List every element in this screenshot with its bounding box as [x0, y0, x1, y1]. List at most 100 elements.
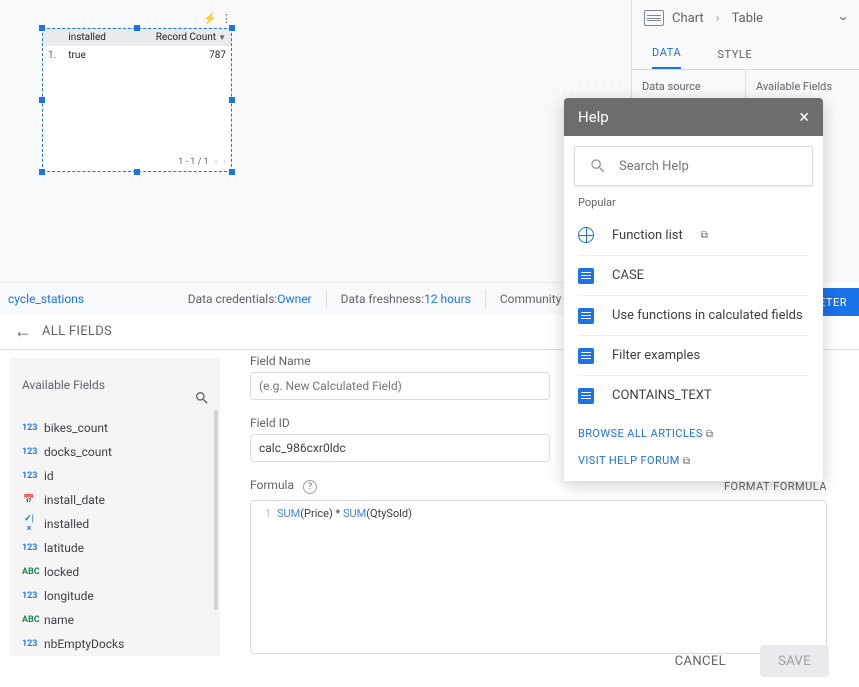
- field-label: nbEmptyDocks: [44, 637, 124, 651]
- external-link-icon: ⧉: [701, 230, 708, 241]
- help-icon[interactable]: ?: [303, 480, 317, 494]
- field-item[interactable]: 123 latitude: [10, 536, 220, 560]
- field-label: latitude: [44, 541, 84, 555]
- doc-icon: [578, 268, 594, 284]
- help-item[interactable]: Use functions in calculated fields: [578, 295, 809, 335]
- available-fields-label: Available Fields: [756, 80, 849, 93]
- num-type-icon: 123: [22, 639, 36, 649]
- close-icon[interactable]: ×: [799, 107, 809, 128]
- resize-handle[interactable]: [229, 169, 235, 175]
- help-popup: Help × Popular Function list ⧉ CASE Use fun…: [564, 98, 823, 481]
- help-item-label: CASE: [612, 268, 644, 283]
- help-item[interactable]: CASE: [578, 255, 809, 295]
- more-icon[interactable]: ⋮: [221, 12, 232, 25]
- search-icon: [589, 157, 607, 175]
- field-id-input[interactable]: [250, 434, 550, 462]
- cancel-button[interactable]: CANCEL: [657, 645, 744, 677]
- field-item[interactable]: 📅 install_date: [10, 488, 220, 512]
- chevron-right-icon: ›: [716, 11, 720, 26]
- field-label: docks_count: [44, 445, 112, 459]
- field-label: longitude: [44, 589, 94, 603]
- chart-type-label: Table: [732, 11, 763, 26]
- field-name-input[interactable]: [250, 372, 550, 400]
- external-link-icon: ⧉: [706, 429, 714, 440]
- num-type-icon: 123: [22, 591, 36, 601]
- tab-data[interactable]: DATA: [652, 46, 681, 69]
- resize-handle[interactable]: [229, 25, 235, 31]
- num-type-icon: 123: [22, 543, 36, 553]
- visit-forum-link[interactable]: VISIT HELP FORUM ⧉: [578, 454, 809, 467]
- help-item-label: CONTAINS_TEXT: [612, 388, 712, 403]
- freshness-label: Data freshness:: [341, 292, 424, 306]
- help-search-input[interactable]: [619, 159, 798, 174]
- all-fields-title: ALL FIELDS: [42, 324, 112, 339]
- format-formula-button[interactable]: FORMAT FORMULA: [724, 480, 827, 493]
- field-label: name: [44, 613, 74, 627]
- resize-handle[interactable]: [39, 169, 45, 175]
- help-item-label: Use functions in calculated fields: [612, 308, 803, 323]
- fields-panel: Available Fields 123 bikes_count 123 docks_…: [10, 358, 220, 656]
- datasource-name[interactable]: cycle_stations: [0, 292, 84, 306]
- field-item[interactable]: 123 id: [10, 464, 220, 488]
- back-arrow-icon[interactable]: ←: [14, 321, 32, 342]
- credentials-value[interactable]: Owner: [277, 292, 311, 306]
- save-button[interactable]: SAVE: [760, 645, 829, 677]
- help-search[interactable]: [574, 146, 813, 186]
- help-item[interactable]: Function list ⧉: [578, 215, 809, 255]
- resize-handle[interactable]: [39, 25, 45, 31]
- doc-icon: [578, 388, 594, 404]
- num-type-icon: 123: [22, 471, 36, 481]
- table-icon: [644, 10, 664, 26]
- resize-handle[interactable]: [229, 97, 235, 103]
- formula-editor[interactable]: 1 SUM(Price) * SUM(QtySold): [250, 500, 827, 654]
- bool-type-icon: ✓|×: [22, 514, 36, 534]
- help-item-label: Function list: [612, 228, 683, 243]
- doc-icon: [578, 308, 594, 324]
- lightning-icon: ⚡: [203, 12, 217, 25]
- field-item[interactable]: ✓|× installed: [10, 512, 220, 536]
- formula-label: Formula: [250, 478, 294, 492]
- str-type-icon: ABC: [22, 567, 36, 577]
- resize-handle[interactable]: [39, 97, 45, 103]
- selection-border: [42, 28, 232, 172]
- table-widget[interactable]: ⚡ ⋮ installed Record Count▼ 1. true 787 …: [42, 28, 232, 172]
- field-label: locked: [44, 565, 79, 579]
- field-item[interactable]: 123 docks_count: [10, 440, 220, 464]
- popular-label: Popular: [578, 196, 809, 209]
- search-icon[interactable]: [194, 390, 210, 409]
- help-item[interactable]: CONTAINS_TEXT: [578, 375, 809, 415]
- credentials-label: Data credentials:: [188, 292, 278, 306]
- field-item[interactable]: 123 nbEmptyDocks: [10, 632, 220, 656]
- num-type-icon: 123: [22, 423, 36, 433]
- globe-icon: [578, 227, 594, 243]
- doc-icon: [578, 348, 594, 364]
- date-type-icon: 📅: [22, 495, 36, 505]
- field-label: install_date: [44, 493, 105, 507]
- data-source-label: Data source: [642, 80, 735, 93]
- str-type-icon: ABC: [22, 615, 36, 625]
- chart-label: Chart: [672, 11, 704, 26]
- datasource-bar: cycle_stations Data credentials: Owner D…: [0, 282, 631, 314]
- scrollbar[interactable]: [214, 410, 218, 610]
- field-item[interactable]: 123 longitude: [10, 584, 220, 608]
- browse-articles-link[interactable]: BROWSE ALL ARTICLES ⧉: [578, 427, 809, 440]
- canvas-area[interactable]: ⚡ ⋮ installed Record Count▼ 1. true 787 …: [0, 0, 631, 282]
- field-item[interactable]: 123 bikes_count: [10, 416, 220, 440]
- num-type-icon: 123: [22, 447, 36, 457]
- resize-handle[interactable]: [134, 25, 140, 31]
- help-title: Help: [578, 108, 609, 126]
- field-label: bikes_count: [44, 421, 108, 435]
- tab-style[interactable]: STYLE: [717, 48, 752, 69]
- help-item-label: Filter examples: [612, 348, 700, 363]
- field-label: installed: [44, 517, 89, 531]
- widget-toolbar: ⚡ ⋮: [203, 12, 232, 25]
- available-fields-title: Available Fields: [22, 378, 208, 392]
- field-item[interactable]: ABC name: [10, 608, 220, 632]
- resize-handle[interactable]: [134, 169, 140, 175]
- field-item[interactable]: ABC locked: [10, 560, 220, 584]
- freshness-value[interactable]: 12 hours: [424, 292, 471, 306]
- chevron-down-icon[interactable]: ›: [835, 16, 854, 21]
- external-link-icon: ⧉: [683, 456, 691, 467]
- help-item[interactable]: Filter examples: [578, 335, 809, 375]
- field-label: id: [44, 469, 54, 483]
